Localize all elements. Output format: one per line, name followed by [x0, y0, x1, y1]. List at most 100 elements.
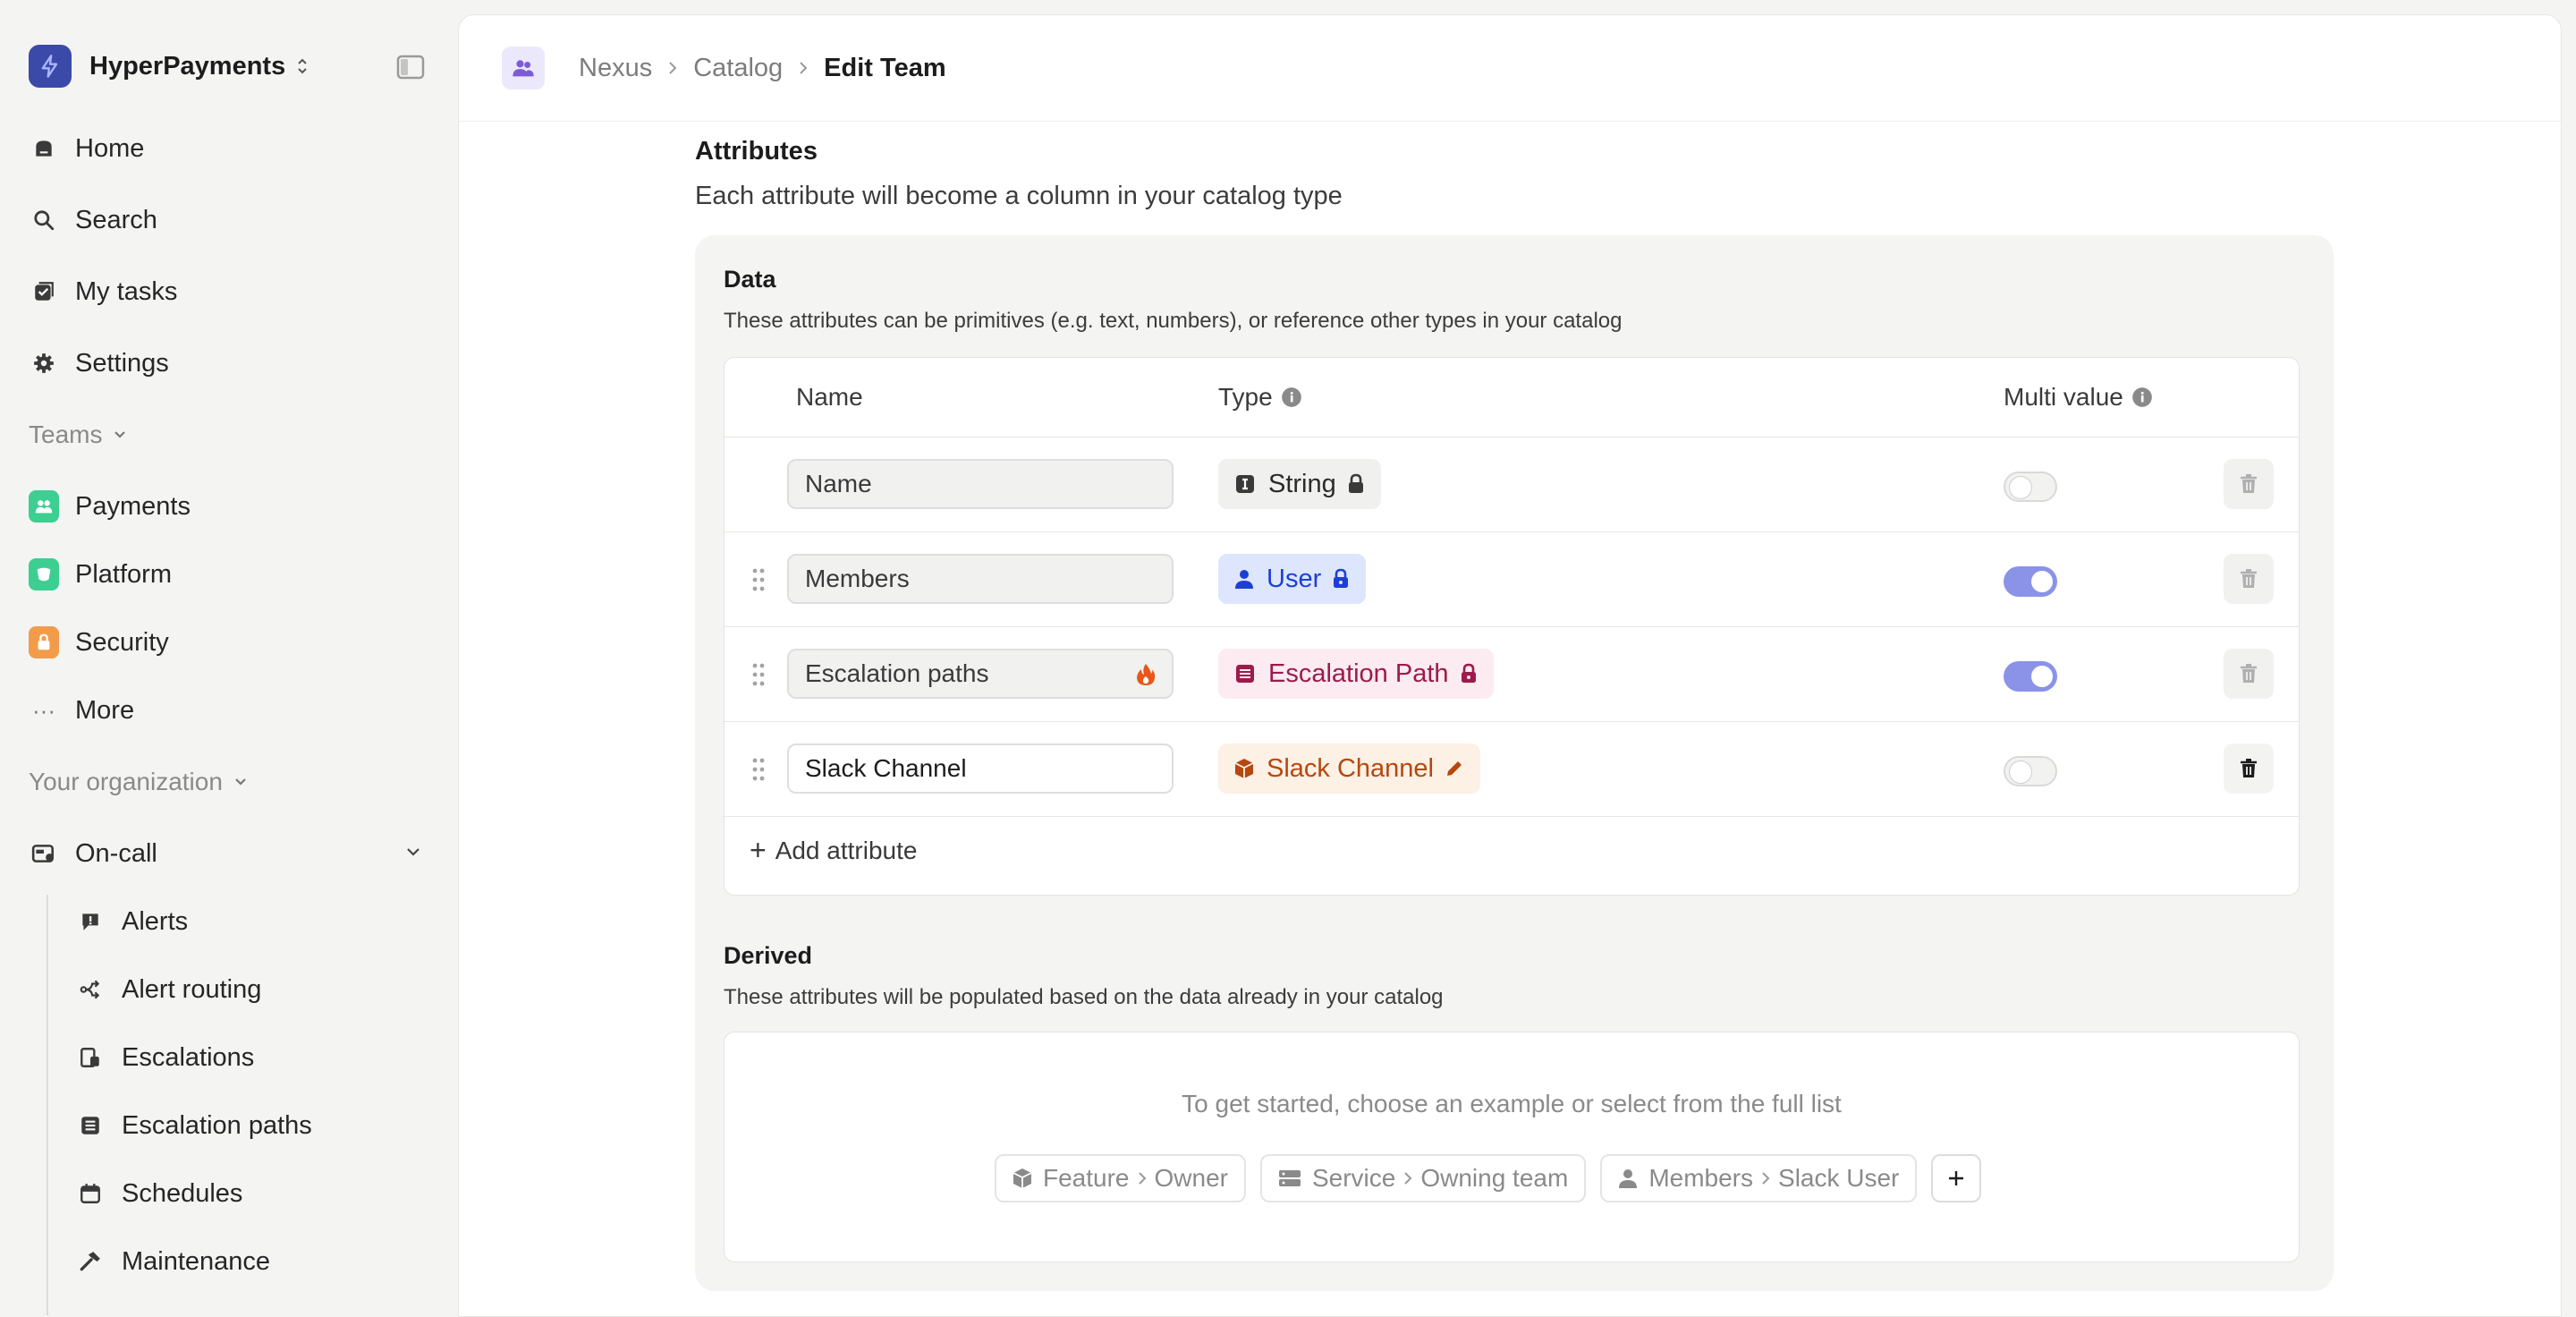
table-row: Slack Channel Slack Channel — [724, 721, 2299, 817]
chevron-down-icon — [114, 431, 126, 438]
nav-schedules[interactable]: Schedules — [75, 1168, 242, 1219]
multi-value-toggle[interactable] — [2004, 566, 2057, 597]
team-payments-icon — [29, 490, 59, 523]
on-call-icon — [29, 838, 59, 869]
more-icon: ··· — [32, 696, 55, 724]
teams-more[interactable]: ··· More — [29, 685, 134, 735]
lock-icon — [1332, 568, 1350, 590]
column-header-multi-value: Multi value — [2004, 383, 2154, 412]
attribute-name-input[interactable]: Escalation paths — [787, 649, 1174, 699]
drag-handle-icon[interactable] — [751, 661, 766, 692]
team-platform[interactable]: Platform — [29, 549, 172, 599]
flame-icon — [1136, 663, 1156, 692]
table-row: Members User — [724, 531, 2299, 627]
team-security-icon — [29, 626, 59, 658]
search-icon — [29, 205, 59, 235]
chevron-updown-icon — [294, 56, 310, 76]
cube-icon — [1234, 758, 1254, 779]
nav-search[interactable]: Search — [29, 195, 157, 245]
chevron-down-icon[interactable] — [402, 841, 424, 867]
derived-empty-state: To get started, choose an example or sel… — [724, 1032, 2300, 1262]
org-section-toggle[interactable]: Your organization — [29, 768, 248, 796]
pencil-icon — [1445, 759, 1464, 778]
attribute-type-badge: String — [1218, 459, 1381, 509]
example-chip-members-slack-user[interactable]: Members Slack User — [1600, 1154, 1918, 1202]
routing-icon — [75, 974, 106, 1005]
chevron-right-icon — [1137, 1170, 1148, 1186]
nav-maintenance[interactable]: Maintenance — [75, 1236, 270, 1287]
breadcrumb-nexus[interactable]: Nexus — [579, 54, 652, 83]
multi-value-toggle[interactable] — [2004, 756, 2057, 786]
on-call-label: On-call — [75, 838, 157, 868]
attribute-type-badge[interactable]: Slack Channel — [1218, 743, 1480, 794]
your-org-header: Your organization — [29, 768, 223, 795]
escalation-path-icon — [75, 1110, 106, 1141]
drag-handle-icon[interactable] — [751, 566, 766, 598]
derived-section-title: Derived — [724, 942, 813, 969]
attribute-name-input[interactable]: Slack Channel — [787, 743, 1174, 794]
add-derived-button[interactable] — [1931, 1154, 1982, 1202]
derived-examples: Feature Owner Service Owning team Member… — [995, 1154, 1982, 1202]
attributes-panel: Data These attributes can be primitives … — [695, 235, 2334, 1291]
home-icon — [29, 133, 59, 164]
nav-my-tasks-label: My tasks — [75, 276, 178, 306]
delete-attribute-button[interactable] — [2224, 649, 2274, 699]
nav-alert-routing-label: Alert routing — [122, 974, 262, 1004]
data-section-title: Data — [724, 266, 776, 293]
nav-escalations[interactable]: Escalations — [75, 1032, 254, 1083]
breadcrumb-catalog[interactable]: Catalog — [693, 54, 783, 83]
add-attribute-button[interactable]: + Add attribute — [750, 834, 917, 867]
string-icon — [1234, 473, 1256, 495]
gear-icon — [29, 348, 59, 378]
delete-attribute-button[interactable] — [2224, 459, 2274, 509]
column-header-name: Name — [796, 383, 863, 411]
info-icon[interactable] — [1280, 386, 1303, 409]
escalation-path-icon — [1234, 663, 1256, 684]
team-security[interactable]: Security — [29, 617, 169, 667]
alert-icon — [75, 906, 106, 937]
user-icon — [1618, 1168, 1638, 1189]
sidebar: HyperPayments Home Search My tasks Setti… — [0, 0, 458, 1315]
attribute-name-input[interactable]: Members — [787, 554, 1174, 604]
team-payments[interactable]: Payments — [29, 481, 191, 531]
teams-section-toggle[interactable]: Teams — [29, 421, 127, 449]
nav-home[interactable]: Home — [29, 123, 144, 174]
derived-hint: To get started, choose an example or sel… — [1182, 1090, 1842, 1117]
nav-escalations-label: Escalations — [122, 1042, 255, 1072]
chevron-right-icon — [1760, 1170, 1771, 1186]
plus-icon — [1949, 1171, 1964, 1185]
nav-my-tasks[interactable]: My tasks — [29, 267, 177, 317]
submenu-guide — [47, 895, 48, 1315]
org-name: HyperPayments — [89, 51, 286, 81]
nav-alerts[interactable]: Alerts — [75, 896, 188, 947]
nav-settings[interactable]: Settings — [29, 338, 169, 388]
multi-value-toggle[interactable] — [2004, 472, 2057, 502]
topbar: Nexus Catalog Edit Team — [459, 15, 2561, 122]
drag-handle-icon[interactable] — [751, 756, 766, 787]
nav-search-label: Search — [75, 205, 157, 234]
teams-more-label: More — [75, 695, 135, 725]
derived-section-description: These attributes will be populated based… — [724, 985, 1444, 1009]
info-icon[interactable] — [2131, 386, 2154, 409]
trash-icon — [2241, 759, 2257, 777]
example-chip-service-owning-team[interactable]: Service Owning team — [1259, 1154, 1587, 1202]
attribute-name-input: Name — [787, 459, 1174, 509]
nav-escalation-paths[interactable]: Escalation paths — [75, 1100, 312, 1151]
delete-attribute-button[interactable] — [2224, 554, 2274, 604]
attribute-type-badge: Escalation Path — [1218, 649, 1494, 699]
example-chip-feature-owner[interactable]: Feature Owner — [995, 1154, 1246, 1202]
trash-icon — [2241, 474, 2257, 493]
escalations-icon — [75, 1042, 106, 1073]
nav-escalation-paths-label: Escalation paths — [122, 1110, 312, 1140]
sidebar-toggle-icon[interactable] — [395, 52, 426, 82]
org-switcher[interactable]: HyperPayments — [29, 45, 310, 88]
nav-on-call[interactable]: On-call — [29, 828, 157, 879]
multi-value-toggle[interactable] — [2004, 661, 2057, 692]
delete-attribute-button[interactable] — [2224, 743, 2274, 794]
attribute-type-badge: User — [1218, 554, 1367, 604]
team-icon — [502, 47, 545, 89]
nav-alert-routing[interactable]: Alert routing — [75, 964, 261, 1015]
team-label: Payments — [75, 491, 191, 521]
data-section-description: These attributes can be primitives (e.g.… — [724, 309, 1623, 333]
trash-icon — [2241, 569, 2257, 588]
